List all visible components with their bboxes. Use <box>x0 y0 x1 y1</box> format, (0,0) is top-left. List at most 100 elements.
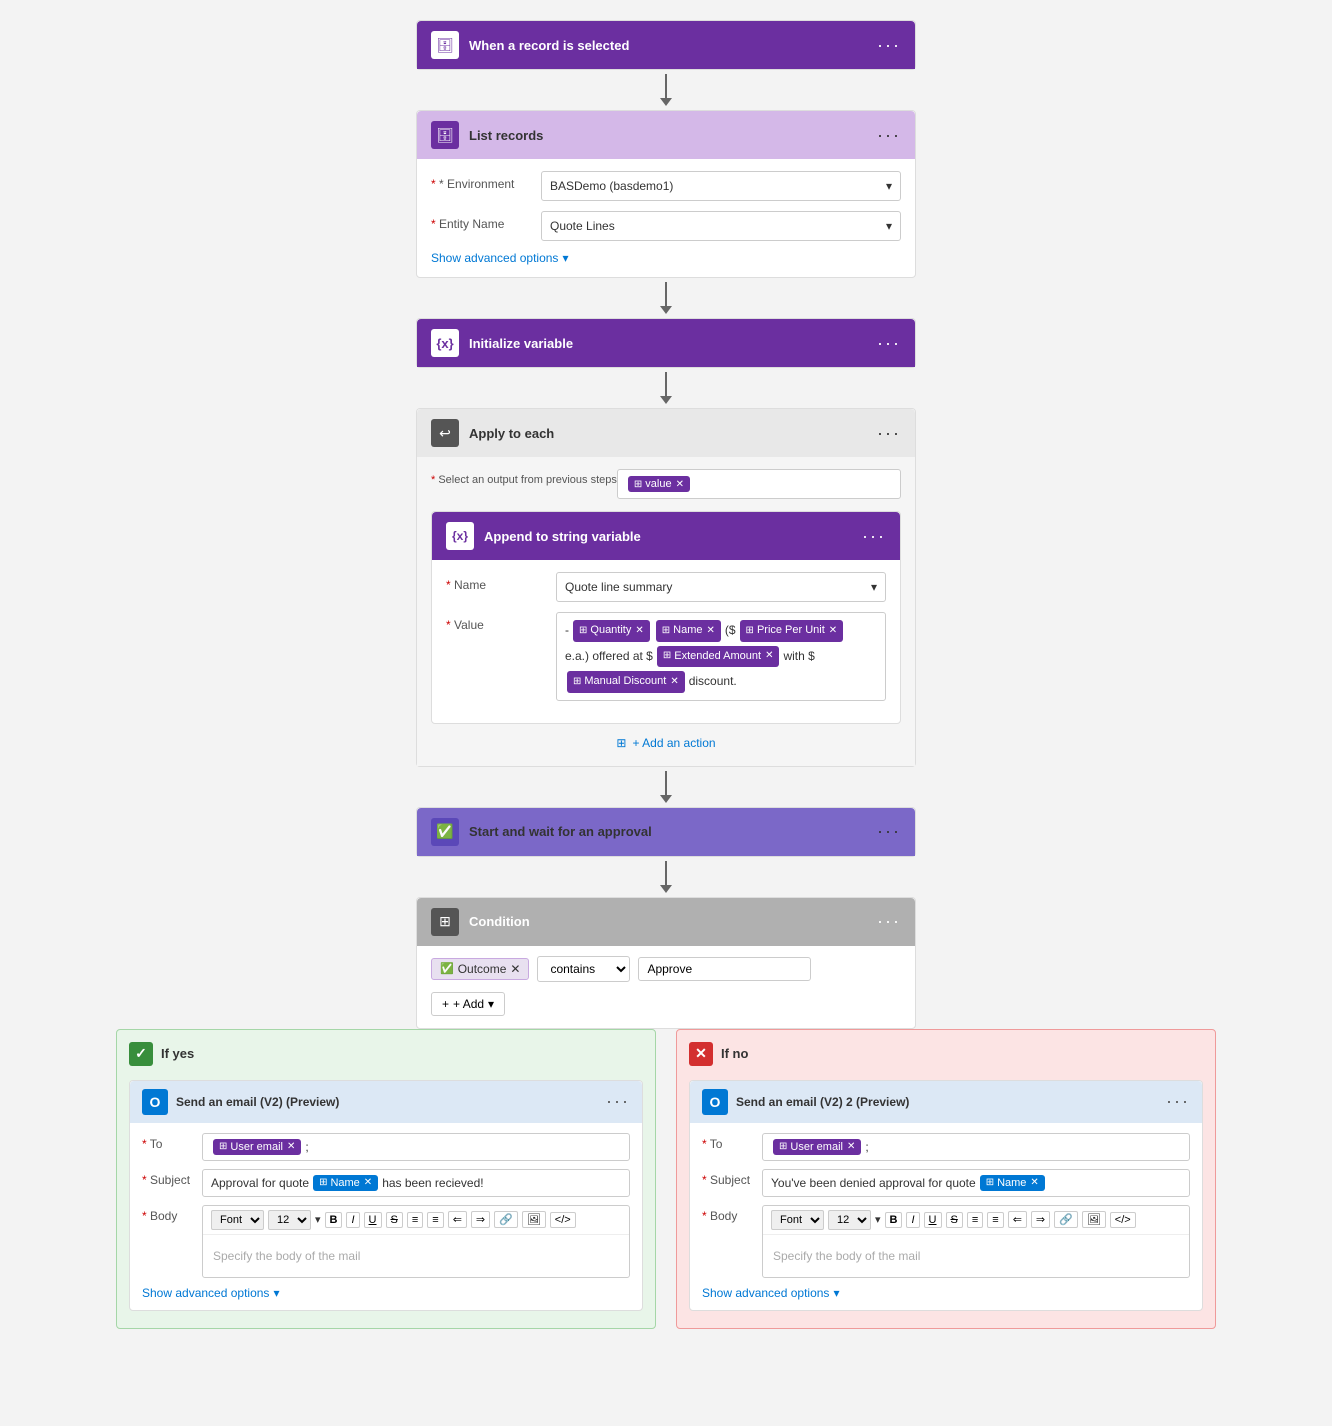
chevron-down-icon: ▾ <box>562 251 568 265</box>
select-output-row: * Select an output from previous steps ⊞… <box>431 469 901 499</box>
yes-subject-label: * Subject <box>142 1169 202 1187</box>
approval-header: ✅ Start and wait for an approval ··· <box>417 808 915 856</box>
trigger-card: 🗄 When a record is selected ··· <box>416 20 916 70</box>
italic-button[interactable]: I <box>346 1212 359 1228</box>
yes-body-placeholder: Specify the body of the mail <box>211 1243 621 1269</box>
no-italic-button[interactable]: I <box>906 1212 919 1228</box>
approval-more[interactable]: ··· <box>877 821 901 842</box>
underline-button[interactable]: U <box>364 1212 382 1228</box>
yes-body-content[interactable]: Specify the body of the mail <box>203 1235 629 1277</box>
no-body-editor: Font 12 ▾ B I U S ≡ ≡ ⇐ ⇒ <box>762 1205 1190 1278</box>
list-records-icon: 🗄 <box>431 121 459 149</box>
no-to-input[interactable]: ⊞ User email ✕ ; <box>762 1133 1190 1161</box>
no-subject-tag: ⊞ Name ✕ <box>980 1175 1045 1191</box>
no-code-button[interactable]: </> <box>1110 1212 1136 1228</box>
branch-row: ✓ If yes O Send an email (V2) (Preview) … <box>116 1029 1216 1329</box>
condition-value-input[interactable] <box>638 957 811 981</box>
no-bullet-list-button[interactable]: ≡ <box>967 1212 983 1228</box>
if-yes-header: ✓ If yes <box>129 1042 643 1066</box>
list-records-more[interactable]: ··· <box>877 125 901 146</box>
arrow-3 <box>660 368 672 408</box>
value-tag: ⊞ value ✕ <box>628 476 690 492</box>
select-output-input[interactable]: ⊞ value ✕ <box>617 469 901 499</box>
add-action-button[interactable]: ⊞ + Add an action <box>431 736 901 750</box>
no-body-content[interactable]: Specify the body of the mail <box>763 1235 1189 1277</box>
yes-size-select[interactable]: 12 <box>268 1210 311 1230</box>
apply-each-title: Apply to each <box>469 426 877 441</box>
entity-row: * Entity Name Quote Lines ▾ <box>431 211 901 241</box>
tag-close[interactable]: ✕ <box>676 479 684 490</box>
apply-each-header: ↩ Apply to each ··· <box>417 409 915 457</box>
add-condition-button[interactable]: + + Add ▾ <box>431 992 505 1016</box>
apply-each-more[interactable]: ··· <box>877 423 901 444</box>
decrease-indent-button[interactable]: ⇐ <box>448 1211 467 1228</box>
apply-each-body: * Select an output from previous steps ⊞… <box>417 457 915 766</box>
quantity-tag: ⊞ Quantity ✕ <box>573 620 650 642</box>
no-email-more[interactable]: ··· <box>1166 1091 1190 1112</box>
trigger-more[interactable]: ··· <box>877 35 901 56</box>
code-button[interactable]: </> <box>550 1212 576 1228</box>
append-value-label: * Value <box>446 612 556 632</box>
append-value-field[interactable]: - ⊞ Quantity ✕ ⊞ Name ✕ ($ <box>556 612 886 701</box>
condition-operator[interactable]: contains equals starts with <box>537 956 630 982</box>
yes-font-select[interactable]: Font <box>211 1210 264 1230</box>
entity-input[interactable]: Quote Lines ▾ <box>541 211 901 241</box>
environment-input[interactable]: BASDemo (basdemo1) ▾ <box>541 171 901 201</box>
bold-button[interactable]: B <box>325 1212 343 1228</box>
bullet-list-button[interactable]: ≡ <box>407 1212 423 1228</box>
no-link-button[interactable]: 🔗 <box>1054 1211 1078 1228</box>
yes-body-editor: Font 12 ▾ B I U S ≡ ≡ ⇐ ⇒ <box>202 1205 630 1278</box>
no-strikethrough-button[interactable]: S <box>946 1212 963 1228</box>
yes-email-more[interactable]: ··· <box>606 1091 630 1112</box>
name-tag: ⊞ Name ✕ <box>656 620 721 642</box>
arrow-4 <box>660 767 672 807</box>
number-list-button[interactable]: ≡ <box>427 1212 443 1228</box>
arrow-5 <box>660 857 672 897</box>
chevron-down-icon: ▾ <box>488 997 494 1011</box>
yes-email-title: Send an email (V2) (Preview) <box>176 1095 606 1109</box>
strikethrough-button[interactable]: S <box>386 1212 403 1228</box>
environment-label: * * Environment <box>431 171 541 191</box>
condition-header: ⊞ Condition ··· <box>417 898 915 946</box>
condition-row: ✅ Outcome ✕ contains equals starts with <box>417 946 915 992</box>
yes-show-advanced[interactable]: Show advanced options ▾ <box>142 1286 630 1300</box>
no-size-select[interactable]: 12 <box>828 1210 871 1230</box>
no-to-tag: ⊞ User email ✕ <box>773 1139 861 1155</box>
no-number-list-button[interactable]: ≡ <box>987 1212 1003 1228</box>
trigger-header: 🗄 When a record is selected ··· <box>417 21 915 69</box>
no-show-advanced[interactable]: Show advanced options ▾ <box>702 1286 1190 1300</box>
arrow-icon: ▾ <box>315 1213 321 1226</box>
condition-title: Condition <box>469 914 877 929</box>
append-name-dropdown[interactable]: Quote line summary ▾ <box>556 572 886 602</box>
link-button[interactable]: 🔗 <box>494 1211 518 1228</box>
no-bold-button[interactable]: B <box>885 1212 903 1228</box>
no-subject-label: * Subject <box>702 1169 762 1187</box>
show-advanced-link[interactable]: Show advanced options ▾ <box>431 251 901 265</box>
yes-to-input[interactable]: ⊞ User email ✕ ; <box>202 1133 630 1161</box>
yes-to-row: * To ⊞ User email ✕ ; <box>142 1133 630 1161</box>
append-more[interactable]: ··· <box>862 526 886 547</box>
no-font-select[interactable]: Font <box>771 1210 824 1230</box>
no-increase-indent-button[interactable]: ⇒ <box>1031 1211 1050 1228</box>
no-underline-button[interactable]: U <box>924 1212 942 1228</box>
no-subject-input[interactable]: You've been denied approval for quote ⊞ … <box>762 1169 1190 1197</box>
approval-title: Start and wait for an approval <box>469 824 877 839</box>
image-button[interactable]: 🖼 <box>522 1211 546 1228</box>
no-email-body: * To ⊞ User email ✕ ; * Subject <box>690 1123 1202 1310</box>
yes-subject-input[interactable]: Approval for quote ⊞ Name ✕ has been rec… <box>202 1169 630 1197</box>
no-decrease-indent-button[interactable]: ⇐ <box>1008 1211 1027 1228</box>
increase-indent-button[interactable]: ⇒ <box>471 1211 490 1228</box>
yes-email-card: O Send an email (V2) (Preview) ··· * To … <box>129 1080 643 1311</box>
no-image-button[interactable]: 🖼 <box>1082 1211 1106 1228</box>
append-name-label: * Name <box>446 572 556 592</box>
list-records-card: 🗄 List records ··· * * Environment BASDe… <box>416 110 916 278</box>
add-icon: ⊞ <box>616 736 626 750</box>
init-variable-more[interactable]: ··· <box>877 333 901 354</box>
list-records-title: List records <box>469 128 877 143</box>
if-no-header: ✕ If no <box>689 1042 1203 1066</box>
outcome-close[interactable]: ✕ <box>510 962 520 976</box>
condition-more[interactable]: ··· <box>877 911 901 932</box>
append-card: {x} Append to string variable ··· * Name… <box>431 511 901 724</box>
no-outlook-icon: O <box>702 1089 728 1115</box>
extended-amount-tag: ⊞ Extended Amount ✕ <box>657 646 780 668</box>
